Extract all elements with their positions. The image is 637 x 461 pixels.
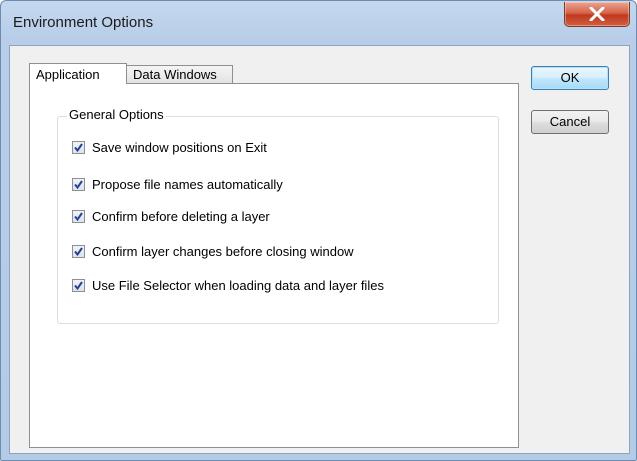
tab-data-windows[interactable]: Data Windows (127, 65, 233, 84)
window-title: Environment Options (13, 14, 154, 31)
checkmark-icon (74, 246, 83, 256)
checkbox-label: Use File Selector when loading data and … (92, 277, 384, 293)
option-confirm-delete-layer[interactable]: Confirm before deleting a layer (72, 208, 270, 224)
cancel-button[interactable]: Cancel (531, 110, 609, 134)
option-save-window-positions[interactable]: Save window positions on Exit (72, 139, 267, 155)
checkbox-label: Confirm before deleting a layer (92, 208, 270, 224)
close-icon (589, 7, 605, 21)
option-propose-file-names[interactable]: Propose file names automatically (72, 176, 283, 192)
checkbox-label: Propose file names automatically (92, 176, 283, 192)
checkmark-icon (74, 179, 83, 189)
checkbox-label: Save window positions on Exit (92, 139, 267, 155)
ok-button[interactable]: OK (531, 66, 609, 90)
group-legend: General Options (67, 107, 166, 122)
option-use-file-selector[interactable]: Use File Selector when loading data and … (72, 277, 384, 293)
checkbox-label: Confirm layer changes before closing win… (92, 243, 354, 259)
checkmark-icon (74, 280, 83, 290)
checkbox[interactable] (72, 278, 85, 292)
checkbox[interactable] (72, 140, 85, 154)
checkbox[interactable] (72, 209, 85, 223)
checkmark-icon (74, 211, 83, 221)
checkbox[interactable] (72, 244, 85, 258)
close-button[interactable] (564, 2, 630, 27)
option-confirm-layer-changes[interactable]: Confirm layer changes before closing win… (72, 243, 354, 259)
checkbox[interactable] (72, 177, 85, 191)
checkmark-icon (74, 142, 83, 152)
dialog-client-area: Application Data Windows General Options… (9, 45, 630, 454)
environment-options-dialog: Environment Options Application Data Win… (0, 0, 637, 461)
title-bar[interactable]: Environment Options (1, 1, 636, 45)
tab-application[interactable]: Application (29, 63, 127, 84)
